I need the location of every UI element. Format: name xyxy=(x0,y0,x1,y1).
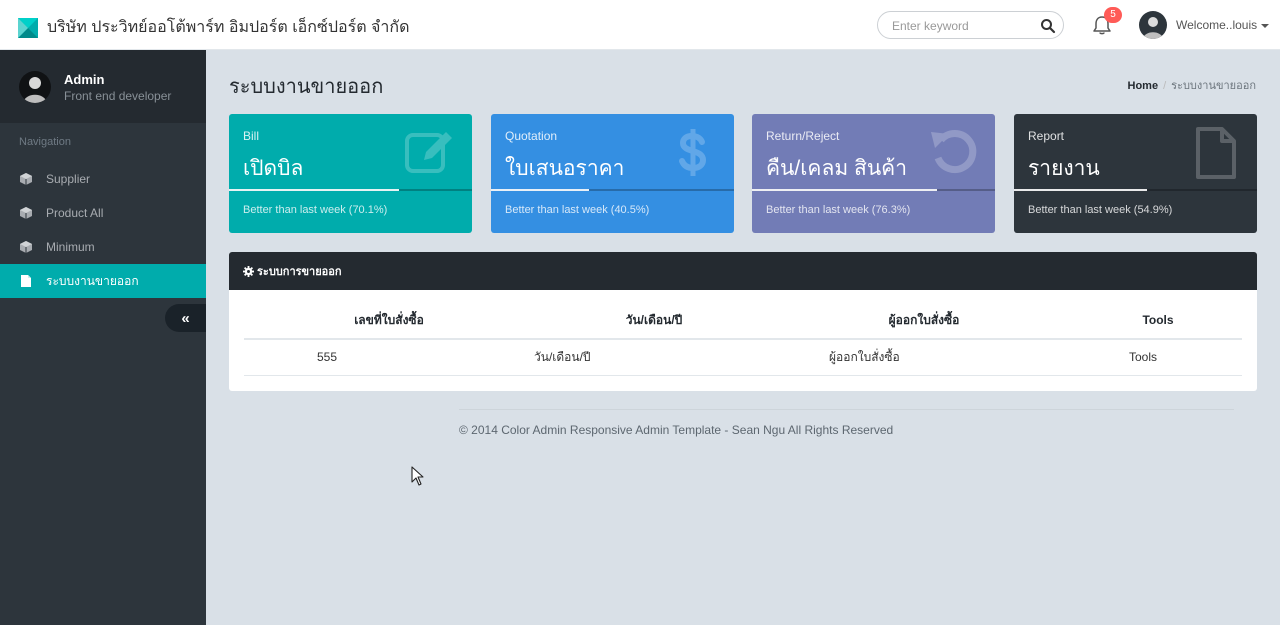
search-input[interactable] xyxy=(892,18,1032,33)
stat-progress-fill xyxy=(491,189,590,191)
cube-icon xyxy=(20,173,32,185)
panel-heading: ระบบการขายออก xyxy=(229,252,1257,290)
stat-progress-fill xyxy=(1014,189,1148,191)
search-box xyxy=(877,11,1064,39)
avatar xyxy=(1139,11,1167,39)
stat-value: คืน/เคลม สินค้า xyxy=(766,157,908,180)
sidebar-item-label: Product All xyxy=(46,206,104,220)
sidebar-item-sales-out[interactable]: ระบบงานขายออก xyxy=(0,264,206,298)
stat-progress xyxy=(1014,189,1257,191)
sidebar-item-supplier[interactable]: Supplier xyxy=(0,162,206,196)
stat-progress xyxy=(491,189,734,191)
welcome-user: Welcome..louis xyxy=(1176,18,1270,32)
stat-desc: Better than last week (70.1%) xyxy=(243,204,388,216)
stat-label: Quotation xyxy=(505,129,558,143)
breadcrumb-separator: / xyxy=(1163,80,1167,92)
profile-role: Front end developer xyxy=(64,89,172,103)
stat-desc: Better than last week (54.9%) xyxy=(1028,204,1173,216)
sidebar: Admin Front end developer Navigation Sup… xyxy=(0,50,206,625)
profile-avatar xyxy=(19,71,51,103)
sidebar-profile: Admin Front end developer xyxy=(0,50,206,123)
user-menu[interactable]: Welcome..louis xyxy=(1139,11,1270,39)
sidebar-item-label: Supplier xyxy=(46,172,91,186)
table-cell[interactable]: Tools xyxy=(1074,339,1242,376)
welcome-user-label: Welcome..louis xyxy=(1176,18,1258,32)
cube-icon xyxy=(20,241,32,253)
table-header-row: เลขที่ใบสั่งซื้อ วัน/เดือน/ปี ผู้ออกใบสั… xyxy=(244,302,1242,340)
cube-icon xyxy=(20,207,32,219)
table-cell: ผู้ออกใบสั่งซื้อ xyxy=(774,339,1074,376)
breadcrumb: Home / ระบบงานขายออก xyxy=(1128,76,1257,94)
stat-card-return-reject[interactable]: Return/Reject คืน/เคลม สินค้า Better tha… xyxy=(752,114,995,233)
gear-icon xyxy=(243,265,254,277)
brand-name: บริษัท ประวิทย์ออโต้พาร์ท อิมปอร์ต เอ็กซ… xyxy=(47,19,410,36)
table-cell: 555 xyxy=(244,339,534,376)
sales-panel: ระบบการขายออก เลขที่ใบสั่งซื้อ วัน/เดือน… xyxy=(229,252,1257,391)
table-column-header[interactable]: Tools xyxy=(1074,302,1242,340)
stat-card-report[interactable]: Report รายงาน Better than last week (54.… xyxy=(1014,114,1257,233)
undo-icon xyxy=(931,130,977,174)
stat-progress-fill xyxy=(752,189,938,191)
profile-name: Admin xyxy=(64,72,105,87)
caret-down-icon xyxy=(1261,23,1270,28)
brand-logo-icon xyxy=(18,17,38,38)
stat-card-bill[interactable]: Bill เปิดบิล Better than last week (70.1… xyxy=(229,114,472,233)
notification-badge: 5 xyxy=(1104,7,1122,23)
stat-label: Bill xyxy=(243,129,260,143)
sidebar-item-minimum[interactable]: Minimum xyxy=(0,230,206,264)
stat-card-quotation[interactable]: Quotation ใบเสนอราคา Better than last we… xyxy=(491,114,734,233)
stat-value: รายงาน xyxy=(1028,157,1100,180)
file-icon xyxy=(21,275,31,287)
panel-title: ระบบการขายออก xyxy=(257,266,342,278)
table-column-header[interactable]: วัน/เดือน/ปี xyxy=(534,302,774,340)
nav-header: Navigation xyxy=(19,136,71,148)
sidebar-item-label: ระบบงานขายออก xyxy=(46,273,139,288)
top-header: บริษัท ประวิทย์ออโต้พาร์ท อิมปอร์ต เอ็กซ… xyxy=(0,0,1280,50)
table-cell: วัน/เดือน/ปี xyxy=(534,339,774,376)
edit-icon xyxy=(405,132,452,173)
breadcrumb-home[interactable]: Home xyxy=(1128,80,1159,92)
stat-progress-fill xyxy=(229,189,400,191)
table-column-header[interactable]: เลขที่ใบสั่งซื้อ xyxy=(244,302,534,340)
footer: © 2014 Color Admin Responsive Admin Temp… xyxy=(459,409,1234,437)
sidebar-item-product-all[interactable]: Product All xyxy=(0,196,206,230)
dollar-icon xyxy=(679,129,707,176)
stat-value: ใบเสนอราคา xyxy=(505,157,625,180)
page-title: ระบบงานขายออก xyxy=(229,76,384,98)
mouse-cursor-icon xyxy=(411,466,424,486)
sales-table: เลขที่ใบสั่งซื้อ วัน/เดือน/ปี ผู้ออกใบสั… xyxy=(244,302,1242,376)
sidebar-minify-button[interactable]: « xyxy=(165,304,206,332)
stat-desc: Better than last week (40.5%) xyxy=(505,204,650,216)
sidebar-item-label: Minimum xyxy=(46,240,95,254)
search-icon[interactable] xyxy=(1040,18,1056,34)
file-icon xyxy=(1196,127,1236,179)
stat-desc: Better than last week (76.3%) xyxy=(766,204,911,216)
brand[interactable]: บริษัท ประวิทย์ออโต้พาร์ท อิมปอร์ต เอ็กซ… xyxy=(18,15,409,40)
stat-progress xyxy=(752,189,995,191)
stat-value: เปิดบิล xyxy=(243,157,304,180)
table-column-header[interactable]: ผู้ออกใบสั่งซื้อ xyxy=(774,302,1074,340)
stat-progress xyxy=(229,189,472,191)
stat-label: Report xyxy=(1028,129,1065,143)
stat-label: Return/Reject xyxy=(766,129,840,143)
breadcrumb-current: ระบบงานขายออก xyxy=(1171,80,1256,92)
table-row[interactable]: 555 วัน/เดือน/ปี ผู้ออกใบสั่งซื้อ Tools xyxy=(244,339,1242,376)
